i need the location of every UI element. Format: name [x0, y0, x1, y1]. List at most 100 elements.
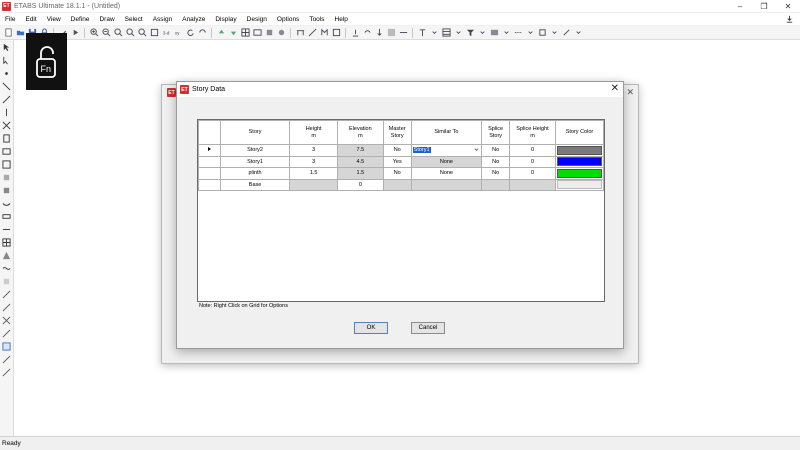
- menu-view[interactable]: View: [42, 16, 66, 23]
- grid-icon[interactable]: [240, 28, 250, 37]
- draw-ramp-icon[interactable]: [2, 186, 11, 195]
- cell-height[interactable]: 3: [289, 144, 338, 157]
- menu-options[interactable]: Options: [272, 16, 304, 23]
- up-arrow-icon[interactable]: [217, 28, 226, 37]
- mesh-icon[interactable]: [387, 28, 396, 37]
- pointer-icon[interactable]: [2, 43, 11, 52]
- chevron-down-icon[interactable]: [474, 147, 479, 152]
- draw-line-icon[interactable]: [2, 82, 11, 91]
- chevron-down-icon[interactable]: [502, 28, 511, 37]
- snap-icon[interactable]: [2, 277, 11, 286]
- zoom-previous-icon[interactable]: [125, 28, 135, 37]
- draw-slab-icon[interactable]: [2, 147, 11, 156]
- draw-grid-icon[interactable]: [2, 238, 11, 247]
- row-selector[interactable]: [198, 155, 221, 168]
- cell-story[interactable]: Story1: [219, 155, 291, 168]
- column-header-master-story[interactable]: Master Story: [382, 120, 412, 145]
- cell-splice-story[interactable]: No: [481, 155, 511, 168]
- cell-master-story[interactable]: No: [382, 144, 412, 157]
- column-header-elevation[interactable]: Elevation m: [336, 120, 384, 145]
- cell-master-story[interactable]: No: [382, 167, 412, 180]
- ok-button[interactable]: OK: [354, 322, 388, 334]
- close-button[interactable]: ✕: [776, 0, 800, 12]
- menu-select[interactable]: Select: [120, 16, 148, 23]
- menu-file[interactable]: File: [0, 16, 20, 23]
- brace-icon[interactable]: [308, 28, 317, 37]
- minimize-button[interactable]: –: [728, 0, 752, 12]
- rotate-icon[interactable]: [198, 28, 207, 37]
- draw-beam-icon[interactable]: [2, 95, 11, 104]
- draw-dimension-icon[interactable]: [2, 251, 11, 260]
- plan-view-icon[interactable]: xy: [174, 28, 183, 37]
- opening-icon[interactable]: [332, 28, 341, 37]
- cell-splice-story[interactable]: No: [481, 167, 511, 180]
- draw-area-icon[interactable]: [2, 160, 11, 169]
- zoom-in-icon[interactable]: [89, 28, 99, 37]
- cancel-button[interactable]: Cancel: [411, 322, 445, 334]
- snap-grid-icon[interactable]: [2, 342, 11, 351]
- draw-strip-icon[interactable]: [2, 212, 11, 221]
- design-icon[interactable]: [490, 28, 499, 37]
- menu-edit[interactable]: Edit: [20, 16, 41, 23]
- draw-wall-icon[interactable]: [2, 134, 11, 143]
- menu-help[interactable]: Help: [330, 16, 353, 23]
- column-header-story[interactable]: Story: [219, 120, 291, 145]
- open-icon[interactable]: [16, 28, 25, 37]
- cell-story[interactable]: plinth: [219, 167, 291, 180]
- snap-line-icon[interactable]: [2, 355, 11, 364]
- snap-fine-grid-icon[interactable]: [2, 368, 11, 377]
- menu-draw[interactable]: Draw: [94, 16, 119, 23]
- background-close-icon[interactable]: ✕: [626, 87, 634, 98]
- row-selector[interactable]: [198, 144, 221, 157]
- cell-similar-to-dropdown[interactable]: Story1: [410, 144, 483, 157]
- pan-icon[interactable]: [150, 28, 159, 37]
- frame-icon[interactable]: [252, 28, 262, 37]
- section-icon[interactable]: [265, 28, 274, 37]
- chevron-down-icon[interactable]: [574, 28, 583, 37]
- chevron-down-icon[interactable]: [454, 28, 463, 37]
- cell-splice-height[interactable]: 0: [509, 144, 556, 157]
- menu-tools[interactable]: Tools: [304, 16, 329, 23]
- cell-story-color[interactable]: [554, 167, 605, 180]
- draw-brace-icon[interactable]: [2, 121, 11, 130]
- copy-icon[interactable]: [538, 28, 547, 37]
- dialog-close-button[interactable]: ✕: [611, 83, 619, 94]
- run-icon[interactable]: [71, 28, 80, 37]
- snap-middle-icon[interactable]: [2, 303, 11, 312]
- snap-intersect-icon[interactable]: [2, 316, 11, 325]
- cell-story[interactable]: Base: [219, 178, 291, 191]
- row-selector[interactable]: [198, 167, 221, 180]
- reshape-icon[interactable]: [2, 56, 11, 65]
- draw-section-cut-icon[interactable]: [2, 264, 11, 273]
- text-icon[interactable]: [418, 28, 427, 37]
- menu-display[interactable]: Display: [210, 16, 241, 23]
- draw-joint-icon[interactable]: [2, 69, 11, 78]
- 3d-view-icon[interactable]: 3-d: [162, 28, 171, 37]
- column-header-splice-height[interactable]: Splice Height m: [509, 120, 556, 145]
- table-row[interactable]: plinth 1.5 1.5 No None No 0: [198, 167, 605, 180]
- column-header-similar-to[interactable]: Similar To: [410, 120, 483, 145]
- menu-define[interactable]: Define: [66, 16, 95, 23]
- draw-tendon-icon[interactable]: [2, 199, 11, 208]
- column-header-story-color[interactable]: Story Color: [554, 120, 605, 145]
- chevron-down-icon[interactable]: [478, 28, 487, 37]
- snap-ends-icon[interactable]: [2, 290, 11, 299]
- new-icon[interactable]: [4, 28, 13, 37]
- line-style-icon[interactable]: [514, 28, 523, 37]
- snap-perpendicular-icon[interactable]: [2, 329, 11, 338]
- display-table-icon[interactable]: [441, 28, 451, 37]
- draw-column-icon[interactable]: [2, 108, 11, 117]
- draw-pen-icon[interactable]: [562, 28, 571, 37]
- zoom-all-icon[interactable]: [137, 28, 147, 37]
- cell-splice-height[interactable]: 0: [509, 155, 556, 168]
- menu-design[interactable]: Design: [242, 16, 272, 23]
- draw-opening-icon[interactable]: [2, 173, 11, 182]
- filter-icon[interactable]: [466, 28, 475, 37]
- deform-icon[interactable]: [399, 28, 408, 37]
- story-grid[interactable]: Story Height m Elevation m Master Story Sim…: [197, 119, 605, 302]
- table-row[interactable]: Story1 3 4.5 Yes None No 0: [198, 155, 605, 168]
- wall-icon[interactable]: [320, 28, 329, 37]
- menu-assign[interactable]: Assign: [148, 16, 178, 23]
- cell-similar-to[interactable]: None: [410, 167, 483, 180]
- cell-master-story[interactable]: Yes: [382, 155, 412, 168]
